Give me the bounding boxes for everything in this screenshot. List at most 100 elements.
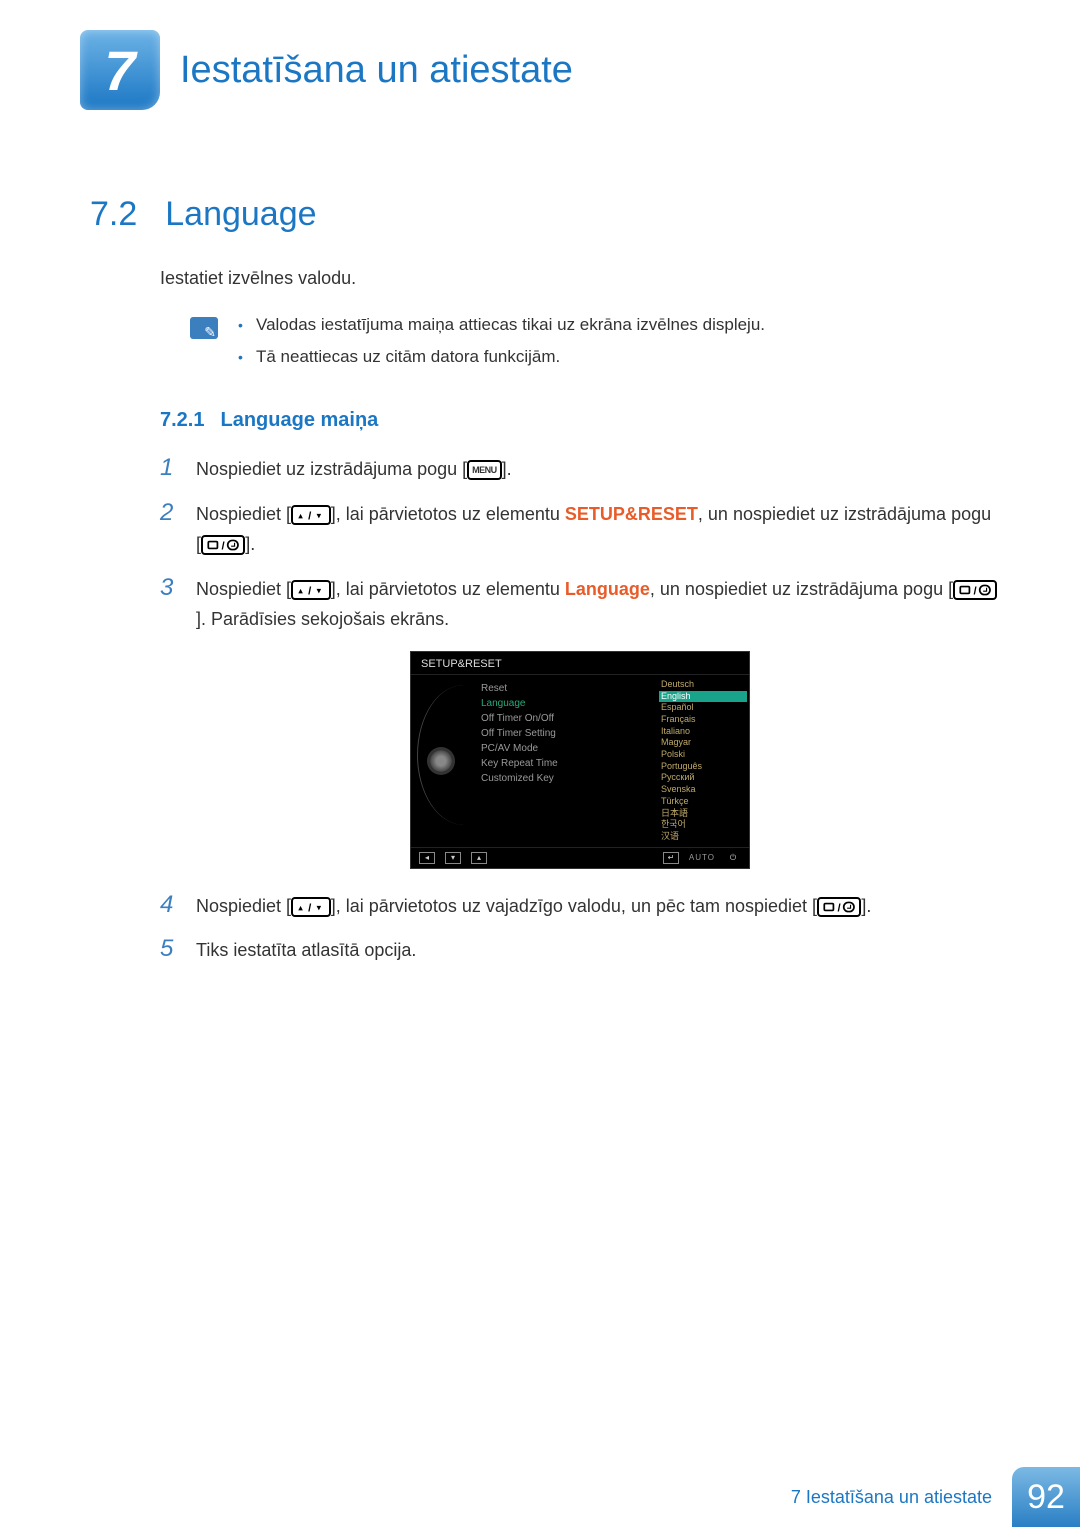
up-down-button-icon: / [291, 505, 331, 525]
osd-lang-item: Português [659, 761, 747, 773]
subsection-number: 7.2.1 [160, 409, 204, 432]
osd-title: SETUP&RESET [411, 652, 749, 675]
intro-text: Iestatiet izvēlnes valodu. [160, 268, 1000, 289]
enter-icon: ↵ [663, 852, 679, 864]
source-enter-button-icon: / [201, 535, 245, 555]
osd-lang-item: 日本語 [659, 808, 747, 820]
osd-menu-item-selected: Language [475, 696, 657, 711]
menu-button-icon: MENU [467, 460, 502, 480]
chapter-title: Iestatīšana un atiestate [180, 49, 573, 92]
chapter-number-badge: 7 [80, 30, 160, 110]
osd-lang-item: Italiano [659, 726, 747, 738]
section-heading: 7.2 Language [90, 195, 1000, 234]
back-icon: ◂ [419, 852, 435, 864]
osd-body: Reset Language Off Timer On/Off Off Time… [411, 675, 749, 847]
osd-lang-item: Türkçe [659, 796, 747, 808]
note-icon [190, 317, 218, 339]
osd-lang-item: Svenska [659, 784, 747, 796]
step-number: 5 [160, 935, 178, 963]
down-icon: ▾ [445, 852, 461, 864]
osd-lang-item-selected: English [659, 691, 747, 703]
text-fragment: ]. [245, 534, 255, 554]
step-number: 2 [160, 499, 178, 527]
svg-text:/: / [308, 510, 312, 522]
note-item: Tā neattiecas uz citām datora funkcijām. [238, 347, 765, 367]
up-down-button-icon: / [291, 580, 331, 600]
osd-bottom-bar: ◂ ▾ ▴ ↵ AUTO ⏻ [411, 847, 749, 868]
step-text: Nospiediet [ / ], lai pārvietotos uz eleme… [196, 499, 1000, 560]
step-3: 3 Nospiediet [ / ], lai pārvietotos uz ele… [160, 574, 1000, 635]
text-fragment: ], lai pārvietotos uz vajadzīgo valodu, … [331, 896, 817, 916]
step-2: 2 Nospiediet [ / ], lai pārvietotos uz ele… [160, 499, 1000, 560]
note-block: Valodas iestatījuma maiņa attiecas tikai… [190, 315, 1000, 379]
osd-menu-item: Key Repeat Time [475, 756, 657, 771]
step-text: Nospiediet uz izstrādājuma pogu [MENU]. [196, 454, 512, 485]
text-fragment: ]. [861, 896, 871, 916]
svg-text:/: / [222, 541, 226, 553]
step-text: Tiks iestatīta atlasītā opcija. [196, 935, 416, 966]
section-title: Language [165, 195, 316, 234]
osd-screenshot: SETUP&RESET Reset Language Off Timer On/… [160, 651, 1000, 869]
highlight-setup-reset: SETUP&RESET [565, 504, 698, 524]
footer-page-number: 92 [1012, 1467, 1080, 1527]
document-page: 7 Iestatīšana un atiestate 7.2 Language … [0, 0, 1080, 1527]
power-icon: ⏻ [725, 852, 741, 864]
subsection-title: Language maiņa [220, 409, 378, 432]
osd-lang-item: Français [659, 714, 747, 726]
osd-lang-item: Deutsch [659, 679, 747, 691]
osd-language-list: Deutsch English Español Français Italian… [657, 675, 749, 847]
osd-menu-item: Off Timer On/Off [475, 711, 657, 726]
osd-menu-list: Reset Language Off Timer On/Off Off Time… [471, 675, 657, 847]
svg-text:/: / [838, 902, 842, 914]
osd-lang-item: Magyar [659, 737, 747, 749]
osd-lang-item: Polski [659, 749, 747, 761]
osd-lang-item: Русский [659, 772, 747, 784]
osd-menu-item: Customized Key [475, 771, 657, 786]
source-enter-button-icon: / [817, 897, 861, 917]
osd-lang-item: 汉语 [659, 831, 747, 843]
osd-nav-left-group: ◂ ▾ ▴ [419, 852, 487, 864]
svg-text:/: / [974, 586, 978, 598]
step-text: Nospiediet [ / ], lai pārvietotos uz vajad… [196, 891, 871, 922]
step-number: 3 [160, 574, 178, 602]
osd-panel: SETUP&RESET Reset Language Off Timer On/… [410, 651, 750, 869]
osd-arc-graphic [417, 685, 465, 825]
svg-text:/: / [308, 902, 312, 914]
text-fragment: ], lai pārvietotos uz elementu [331, 579, 565, 599]
text-fragment: , un nospiediet uz izstrādājuma pogu [ [650, 579, 953, 599]
step-number: 1 [160, 454, 178, 482]
text-fragment: Nospiediet uz izstrādājuma pogu [ [196, 459, 467, 479]
text-fragment: ], lai pārvietotos uz elementu [331, 504, 565, 524]
chapter-header: 7 Iestatīšana un atiestate [80, 30, 1000, 110]
page-footer: 7 Iestatīšana un atiestate 92 [0, 1467, 1080, 1527]
section-number: 7.2 [90, 195, 137, 234]
footer-chapter-label: 7 Iestatīšana un atiestate [791, 1487, 992, 1508]
source-enter-button-icon: / [953, 580, 997, 600]
step-4: 4 Nospiediet [ / ], lai pārvietotos uz vaj… [160, 891, 1000, 922]
osd-nav-right-group: ↵ AUTO ⏻ [663, 852, 741, 864]
steps-list: 1 Nospiediet uz izstrādājuma pogu [MENU]… [160, 454, 1000, 966]
note-list: Valodas iestatījuma maiņa attiecas tikai… [238, 315, 765, 379]
osd-menu-item: PC/AV Mode [475, 741, 657, 756]
text-fragment: ]. [502, 459, 512, 479]
note-item: Valodas iestatījuma maiņa attiecas tikai… [238, 315, 765, 335]
up-icon: ▴ [471, 852, 487, 864]
step-1: 1 Nospiediet uz izstrādājuma pogu [MENU]… [160, 454, 1000, 485]
text-fragment: Nospiediet [ [196, 896, 291, 916]
osd-left-graphic [411, 675, 471, 847]
step-5: 5 Tiks iestatīta atlasītā opcija. [160, 935, 1000, 966]
osd-lang-item: 한국어 [659, 819, 747, 831]
subsection-heading: 7.2.1 Language maiņa [160, 409, 1000, 432]
osd-menu-item: Reset [475, 681, 657, 696]
step-text: Nospiediet [ / ], lai pārvietotos uz eleme… [196, 574, 1000, 635]
text-fragment: Nospiediet [ [196, 579, 291, 599]
up-down-button-icon: / [291, 897, 331, 917]
step-number: 4 [160, 891, 178, 919]
osd-auto-label: AUTO [689, 853, 715, 862]
highlight-language: Language [565, 579, 650, 599]
text-fragment: ]. Parādīsies sekojošais ekrāns. [196, 609, 449, 629]
osd-menu-item: Off Timer Setting [475, 726, 657, 741]
svg-text:/: / [308, 586, 312, 598]
text-fragment: Nospiediet [ [196, 504, 291, 524]
osd-lang-item: Español [659, 702, 747, 714]
